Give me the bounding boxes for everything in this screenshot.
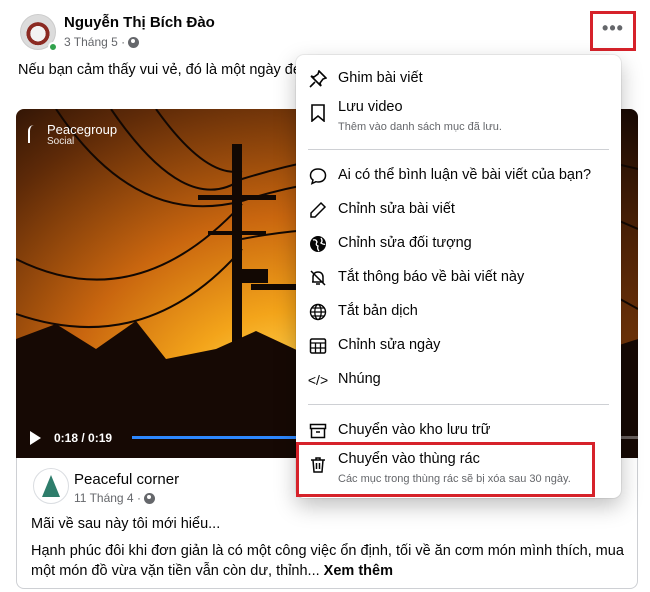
menu-item-save-video[interactable]: Lưu video Thêm vào danh sách mục đã lưu. <box>296 95 621 141</box>
menu-item-edit-post[interactable]: Chỉnh sửa bài viết <box>296 192 621 226</box>
shared-post-date[interactable]: 11 Tháng 4 · <box>74 491 141 505</box>
post-date[interactable]: 3 Tháng 5 · <box>64 35 125 49</box>
comment-icon <box>308 166 328 186</box>
shared-post-meta: 11 Tháng 4 · <box>74 491 155 505</box>
shared-page-name[interactable]: Peaceful corner <box>74 471 179 488</box>
brand-watermark: Peacegroup Social <box>28 123 117 148</box>
menu-item-mute-notifications[interactable]: Tắt thông báo về bài viết này <box>296 260 621 294</box>
menu-item-pin[interactable]: Ghim bài viết <box>296 61 621 95</box>
more-options-button[interactable]: ••• <box>590 11 636 51</box>
globe-icon[interactable] <box>143 492 155 504</box>
tree-logo-icon <box>42 475 60 497</box>
translate-globe-icon <box>308 302 328 322</box>
menu-item-edit-date[interactable]: Chỉnh sửa ngày <box>296 328 621 362</box>
page-avatar[interactable] <box>33 468 69 504</box>
more-dots-icon: ••• <box>602 18 624 38</box>
menu-label-turn-off-translation: Tắt bản dịch <box>338 303 418 319</box>
post-options-menu: Ghim bài viết Lưu video Thêm vào danh sá… <box>296 55 621 498</box>
bell-off-icon <box>308 268 328 288</box>
video-time: 0:18 / 0:19 <box>54 431 113 445</box>
menu-label-save-video: Lưu video <box>338 99 403 115</box>
shared-text: Hạnh phúc đôi khi đơn giản là có một côn… <box>31 541 631 581</box>
see-more-link[interactable]: Xem thêm <box>324 563 393 579</box>
menu-sub-save-video: Thêm vào danh sách mục đã lưu. <box>338 121 502 133</box>
shared-quote: Mãi về sau này tôi mới hiểu... <box>31 516 221 532</box>
code-icon: </> <box>307 372 329 388</box>
brand-logo-icon <box>28 125 42 143</box>
menu-label-embed: Nhúng <box>338 371 381 387</box>
online-status-dot <box>48 42 58 52</box>
calendar-icon <box>308 336 328 356</box>
trash-highlight-box <box>296 442 595 497</box>
brand-sub: Social <box>47 136 75 147</box>
menu-item-turn-off-translation[interactable]: Tắt bản dịch <box>296 294 621 328</box>
pencil-icon <box>308 200 328 220</box>
menu-label-mute-notifications: Tắt thông báo về bài viết này <box>338 269 525 285</box>
menu-divider <box>308 404 609 405</box>
globe-icon[interactable] <box>128 36 140 48</box>
post-meta: 3 Tháng 5 · <box>64 35 140 49</box>
bookmark-icon <box>308 103 328 123</box>
globe-icon <box>308 234 328 254</box>
menu-label-edit-post: Chỉnh sửa bài viết <box>338 201 455 217</box>
menu-label-edit-audience: Chỉnh sửa đối tượng <box>338 235 472 251</box>
pin-icon <box>308 69 328 89</box>
menu-divider <box>308 149 609 150</box>
play-icon[interactable] <box>30 431 41 445</box>
menu-label-archive: Chuyển vào kho lưu trữ <box>338 422 491 438</box>
menu-label-edit-date: Chỉnh sửa ngày <box>338 337 441 353</box>
post-author-name[interactable]: Nguyễn Thị Bích Đào <box>64 14 215 31</box>
menu-item-edit-audience[interactable]: Chỉnh sửa đối tượng <box>296 226 621 260</box>
menu-label-who-comment: Ai có thể bình luận về bài viết của bạn? <box>338 167 592 183</box>
menu-label-pin: Ghim bài viết <box>338 70 423 86</box>
menu-item-who-comment[interactable]: Ai có thể bình luận về bài viết của bạn? <box>296 158 621 192</box>
archive-icon <box>308 421 328 441</box>
menu-item-embed[interactable]: </> Nhúng <box>296 362 621 396</box>
brand-name: Peacegroup <box>47 122 118 137</box>
